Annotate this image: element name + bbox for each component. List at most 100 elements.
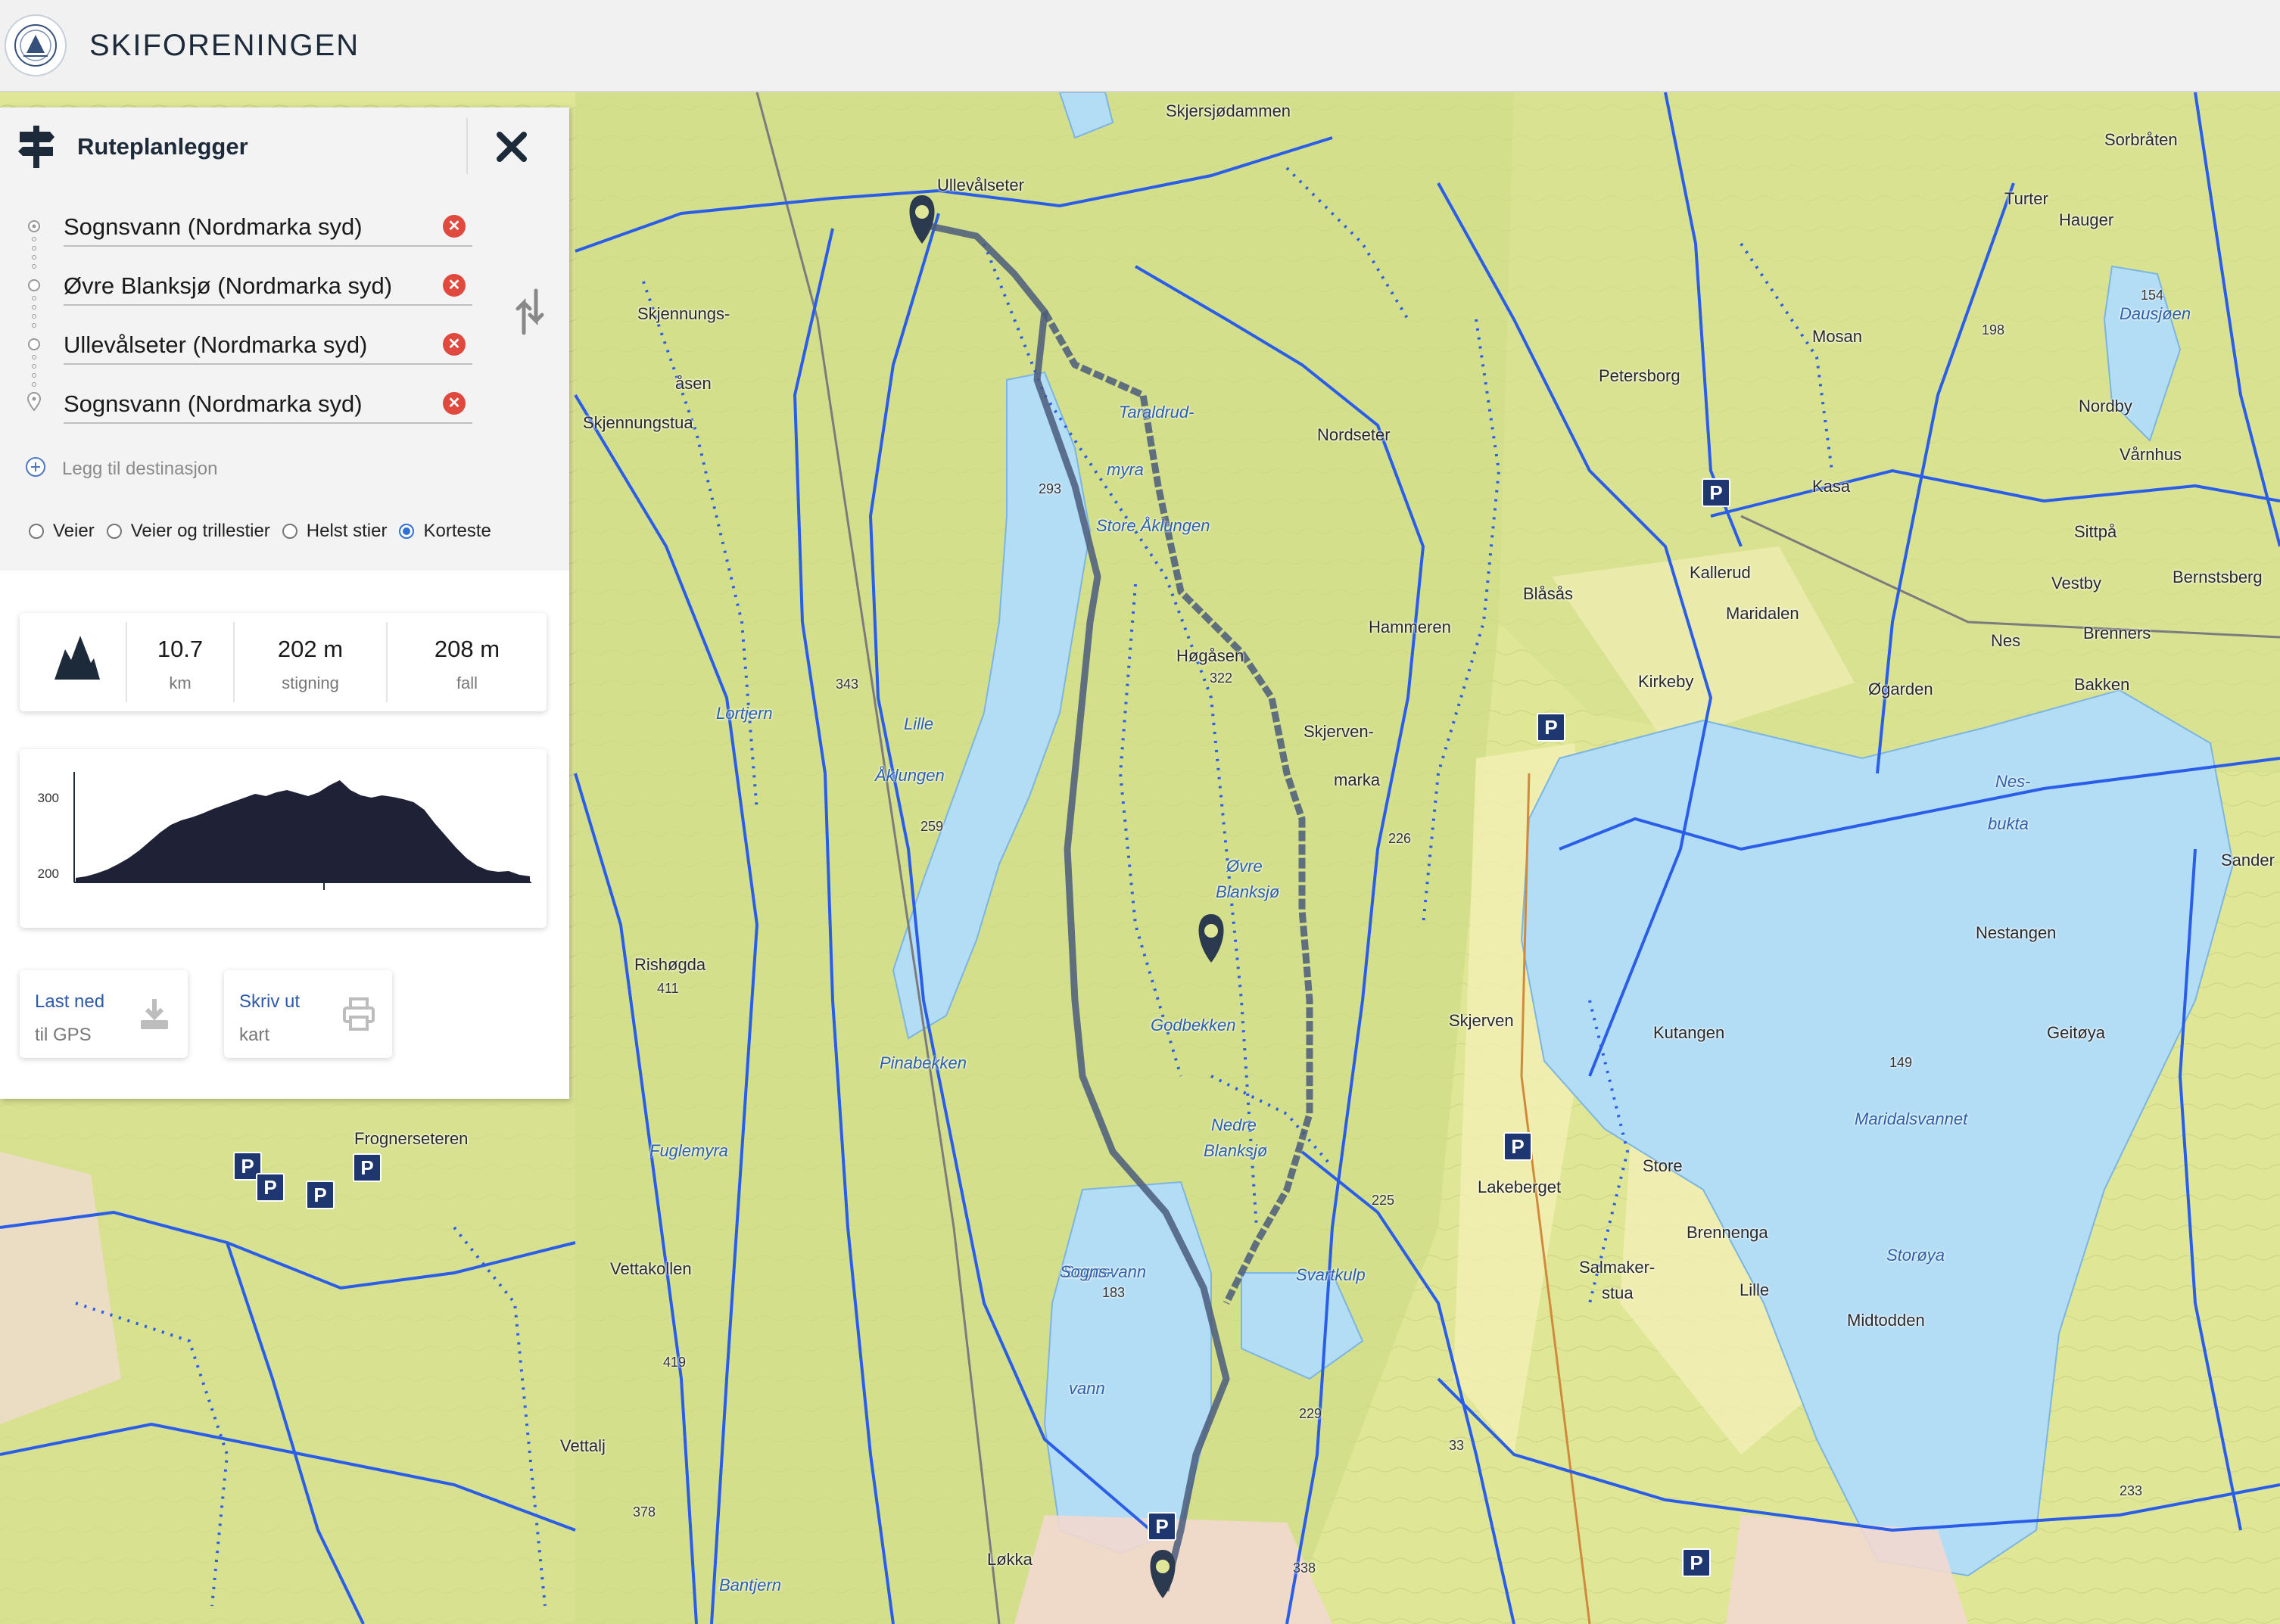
spot-height: 149 [1889,1055,1913,1070]
reverse-route-icon[interactable] [515,288,545,340]
map-label: Svartkulp [1296,1265,1366,1284]
mountain-icon [55,636,100,683]
elevation-profile-chart[interactable]: 300 200 [20,749,547,928]
map-label: Nordseter [1317,425,1391,444]
route-planner-panel: Ruteplanlegger ✕ ✕ [0,107,569,1099]
add-destination-button[interactable]: Legg til destinasjon [24,456,217,482]
parking-icon[interactable]: P [256,1173,285,1202]
map-label: Maridalsvannet [1855,1109,1968,1128]
map-label: Kirkeby [1638,672,1694,691]
parking-icon[interactable]: P [1503,1132,1532,1161]
spot-height: 225 [1372,1193,1395,1208]
map-label: Sander [2221,851,2275,870]
map-label: Bantjern [719,1576,781,1594]
parking-icon[interactable]: P [1148,1512,1176,1541]
map-label: Høgåsen [1176,646,1244,665]
remove-destination-icon[interactable]: ✕ [443,274,466,297]
map-label: Lakeberget [1478,1178,1562,1196]
spot-height: 411 [657,981,679,996]
route-type-option[interactable]: Veier og trillestier [106,521,270,542]
close-icon[interactable] [495,130,528,167]
distance-stat: 10.7 km [127,613,233,711]
destination-input[interactable] [64,327,472,365]
route-planner-form: Ruteplanlegger ✕ ✕ [0,107,569,571]
radio-button[interactable] [282,524,297,539]
map-label: Store [1643,1156,1683,1175]
parking-icon[interactable]: P [1702,478,1730,507]
print-map-button[interactable]: Skriv ut kart [224,970,392,1058]
map-label: Løkka [987,1550,1033,1569]
map-label: Lille [1740,1280,1770,1299]
panel-header: Ruteplanlegger [0,107,569,183]
climb-stat: 202 m stigning [235,613,386,711]
map-label: Rishøgda [634,955,706,974]
map-label: Nes [1991,631,2021,650]
parking-icon[interactable]: P [306,1181,335,1209]
map-label: Frognerseteren [354,1129,469,1148]
map-label: Nestangen [1976,923,2057,942]
map-label: Sorbråten [2104,130,2178,149]
remove-destination-icon[interactable]: ✕ [443,333,466,356]
climb-value: 202 m [277,636,344,662]
map-label: åsen [675,374,712,393]
map-label: Vettakollen [610,1259,692,1278]
map-label: Blanksjø [1216,882,1280,901]
elevation-profile-card: 300 200 [20,749,547,928]
climb-unit: stigning [282,674,339,692]
parking-icon[interactable]: P [353,1153,382,1182]
map-label: marka [1334,770,1381,789]
parking-icon[interactable]: P [1682,1548,1711,1577]
map-label: myra [1107,460,1144,479]
radio-button-selected[interactable] [399,524,415,539]
route-type-option[interactable]: Korteste [399,521,491,542]
map-label: Skjennungs- [637,304,730,323]
map-label: Bakken [2074,675,2130,694]
spot-height: 229 [1299,1406,1322,1421]
distance-value: 10.7 [157,636,204,662]
route-type-label: Veier og trillestier [130,521,270,541]
spot-height: 343 [836,677,859,692]
spot-height: 33 [1449,1438,1465,1453]
spot-height: 233 [2120,1483,2143,1498]
elevation-area [76,780,530,882]
map-label: Sittpå [2074,522,2117,541]
radio-button[interactable] [106,524,122,539]
route-type-option[interactable]: Helst stier [282,521,387,542]
destination-input[interactable] [64,386,472,424]
map-label: vann [1069,1379,1105,1398]
route-type-label: Veier [53,521,95,541]
end-pin-icon [26,392,42,415]
parking-icon[interactable]: P [1537,713,1565,742]
route-type-option[interactable]: Veier [29,521,95,542]
destination-row: ✕ [0,200,569,253]
spot-height: 338 [1293,1560,1316,1576]
map-label: Skjerven- [1304,722,1374,741]
radio-button[interactable] [29,524,44,539]
map-label: Hauger [2059,210,2114,229]
map-label: Nes- [1995,772,2031,791]
brand-name[interactable]: SKIFORENINGEN [89,29,360,63]
destination-input[interactable] [64,209,472,247]
distance-unit: km [169,674,192,692]
destination-input[interactable] [64,268,472,306]
remove-destination-icon[interactable]: ✕ [443,392,466,415]
map-label: Ullevålseter [937,176,1024,194]
map-label: Skjersjødammen [1166,101,1291,120]
map-label: Lille [904,714,934,733]
map-label: Øgarden [1868,680,1933,698]
download-gps-button[interactable]: Last ned til GPS [20,970,188,1058]
map-label: Blåsås [1523,584,1574,603]
skiforeningen-logo[interactable] [5,14,67,76]
divider [466,118,468,174]
map-label: Kasa [1812,477,1851,496]
download-title: Last ned [35,991,105,1012]
map-label: Petersborg [1599,366,1680,385]
route-type-options: Veier Veier og trillestier Helst stier K… [29,521,503,542]
route-stats-card: 10.7 km 202 m stigning 208 m fall [20,613,547,711]
map-label: Blanksjø [1204,1141,1268,1160]
map-label: Øvre [1226,857,1263,876]
map-label: Turter [2004,189,2048,208]
spot-height: 259 [920,819,944,834]
spot-height: 293 [1039,481,1062,496]
remove-destination-icon[interactable]: ✕ [443,215,466,238]
